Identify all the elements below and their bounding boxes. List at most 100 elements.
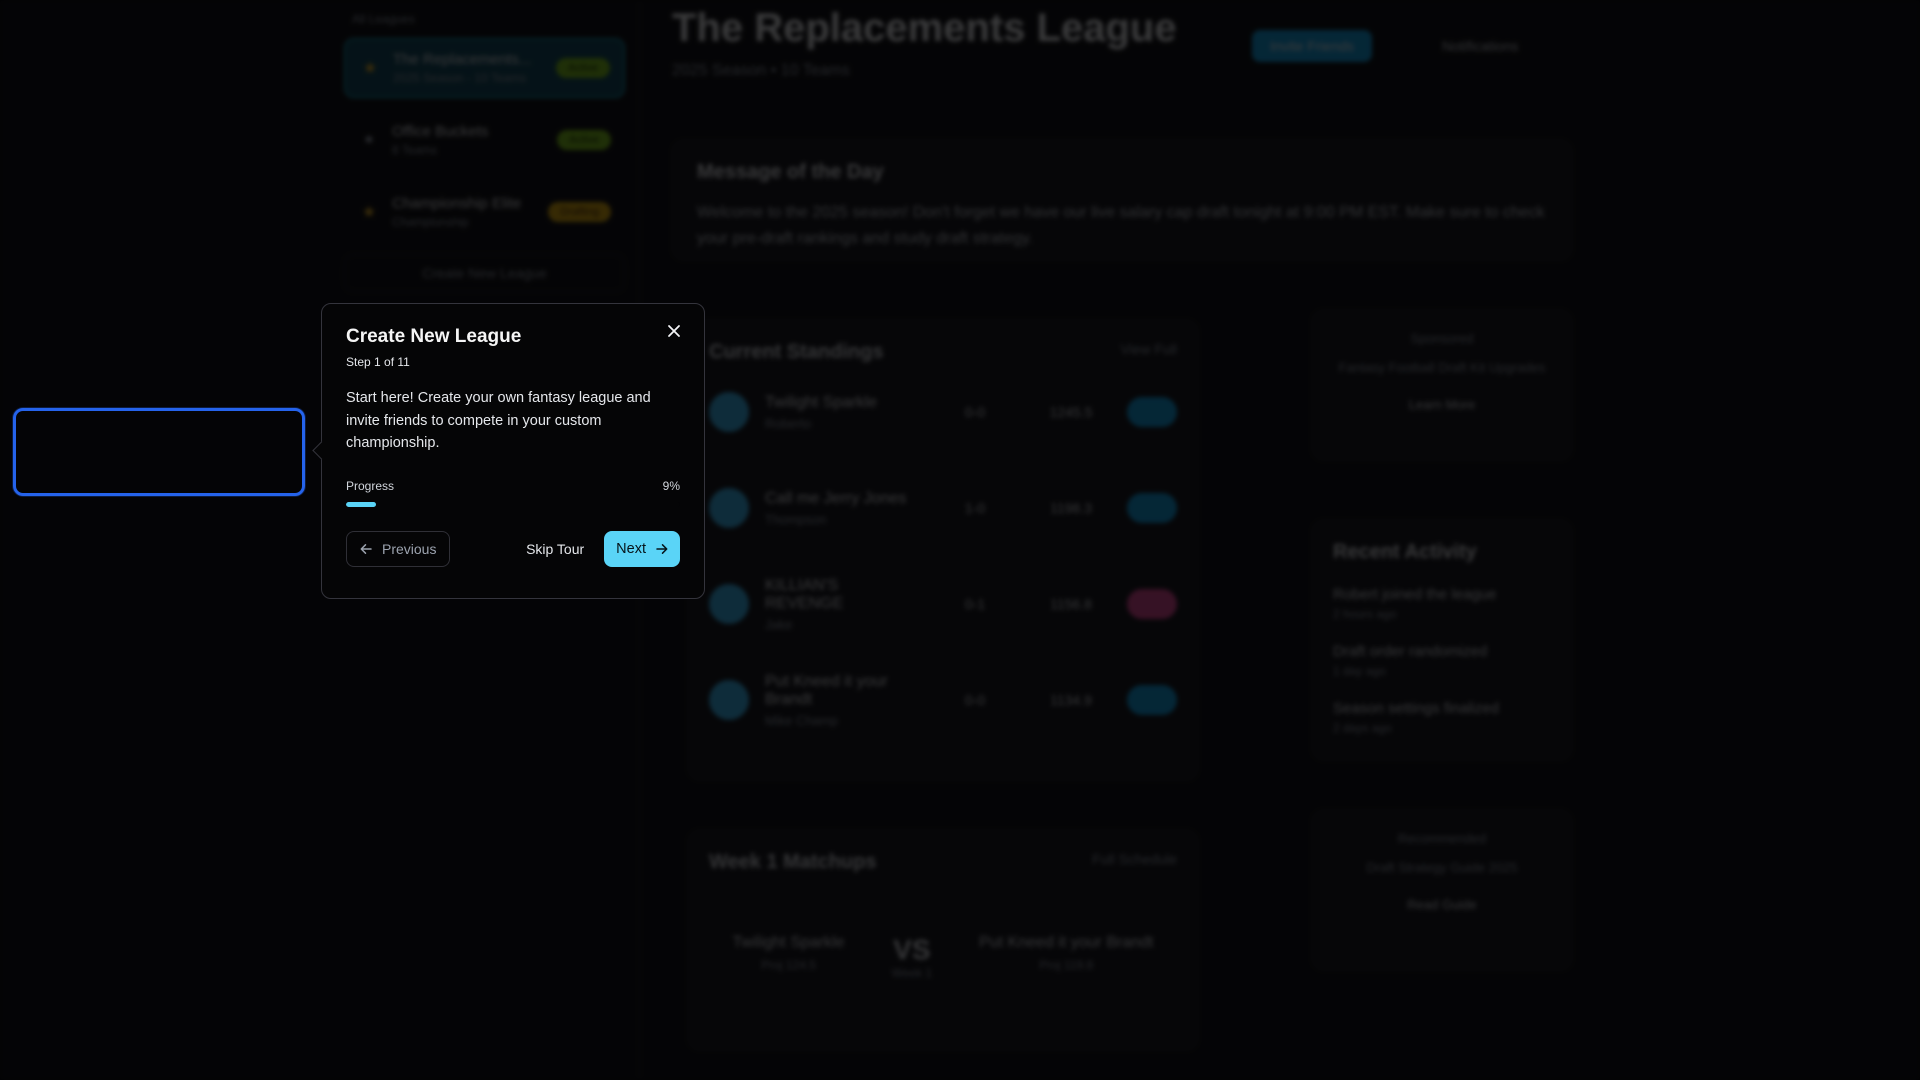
vs-label: VS xyxy=(893,934,931,965)
next-button[interactable]: Next xyxy=(604,530,680,567)
table-row[interactable]: KILLIAN'S REVENGE Jake 0-1 1156.8 xyxy=(709,556,1177,652)
status-badge xyxy=(1127,493,1177,523)
team-points: 1156.8 xyxy=(1050,596,1092,612)
activity-time: 2 hours ago xyxy=(1333,607,1397,621)
team-record: 0-0 xyxy=(964,692,986,708)
activity-title: Recent Activity xyxy=(1333,541,1477,563)
arrow-left-icon xyxy=(360,543,372,555)
matchups-card: Week 1 Matchups Full Schedule Twilight S… xyxy=(688,830,1198,1050)
home-projection: Proj 124.5 xyxy=(761,958,816,972)
standings-title: Current Standings xyxy=(709,341,884,363)
matchup-away[interactable]: Put Kneed it your Brandt Proj 119.8 xyxy=(979,934,1153,980)
invite-button[interactable]: Invite Friends xyxy=(1252,30,1373,62)
sidebar-item-league-1[interactable]: ★ The Replacements... 2025 Season - 10 T… xyxy=(344,38,625,98)
motd-title: Message of the Day xyxy=(697,161,884,183)
league-subtitle: 8 Teams xyxy=(392,143,438,157)
table-row[interactable]: Call me Jerry Jones Thompson 1-0 1198.3 xyxy=(709,460,1177,556)
status-badge xyxy=(1127,685,1177,715)
full-schedule-button[interactable]: Full Schedule xyxy=(1092,851,1177,874)
league-name: The Replacements... xyxy=(393,51,532,68)
away-projection: Proj 119.8 xyxy=(1039,958,1094,972)
tour-actions: Previous Skip Tour Next xyxy=(346,530,680,567)
star-icon: ★ xyxy=(361,204,377,221)
recent-activity-card: Recent Activity Robert joined the league… xyxy=(1312,520,1572,760)
recommended-label: Recommended xyxy=(1397,831,1487,846)
avatar xyxy=(709,680,749,720)
league-subtitle: Championship xyxy=(392,215,469,229)
status-badge: Active xyxy=(556,58,610,78)
tour-popover: Create New League Step 1 of 11 Start her… xyxy=(312,303,705,599)
home-team-name: Twilight Sparkle xyxy=(732,934,845,951)
recommended-card: Recommended Draft Strategy Guide 2025 Re… xyxy=(1312,810,1572,970)
page-title: The Replacements League xyxy=(672,6,1177,50)
sidebar-item-league-3[interactable]: ★ Championship Elite Championship Drafti… xyxy=(344,182,625,242)
table-row[interactable]: Twilight Sparkle Roberto 0-0 1245.5 xyxy=(709,364,1177,460)
team-points: 1134.9 xyxy=(1050,692,1092,708)
progress-percent: 9% xyxy=(662,478,680,493)
status-badge xyxy=(1127,397,1177,427)
team-name: KILLIAN'S REVENGE xyxy=(765,576,844,612)
create-league-button[interactable]: Create New League xyxy=(344,254,625,292)
recommended-text: Draft Strategy Guide 2025 xyxy=(1366,860,1518,875)
tour-step-indicator: Step 1 of 11 xyxy=(346,355,410,369)
previous-button-label: Previous xyxy=(382,540,437,557)
team-owner: Roberto xyxy=(765,415,812,431)
table-row[interactable]: Put Kneed it your Brandt Mike Champ 0-0 … xyxy=(709,652,1177,748)
team-name: Call me Jerry Jones xyxy=(765,489,907,507)
progress-bar-fill xyxy=(346,501,377,507)
activity-text: Season settings finalized xyxy=(1333,700,1499,717)
team-owner: Jake xyxy=(765,616,793,632)
notifications-button[interactable]: Notifications xyxy=(1442,38,1518,54)
team-owner: Thompson xyxy=(765,511,827,527)
activity-text: Draft order randomized xyxy=(1333,643,1488,660)
skip-tour-button[interactable]: Skip Tour xyxy=(526,541,584,557)
avatar xyxy=(709,584,749,624)
read-guide-button[interactable]: Read Guide xyxy=(1333,897,1551,912)
progress-row: Progress 9% xyxy=(346,479,680,493)
page-subtitle: 2025 Season • 10 Teams xyxy=(672,62,850,79)
tour-title: Create New League xyxy=(346,326,522,347)
team-record: 0-0 xyxy=(964,404,986,420)
sidebar-heading: All Leagues xyxy=(352,12,415,26)
list-item: Season settings finalized 2 days ago xyxy=(1333,700,1551,735)
tour-description: Start here! Create your own fantasy leag… xyxy=(346,390,651,451)
close-icon[interactable] xyxy=(664,322,684,342)
status-badge: Drafting xyxy=(548,202,611,222)
league-name: Office Buckets xyxy=(392,123,489,140)
previous-button[interactable]: Previous xyxy=(346,530,451,567)
status-badge xyxy=(1127,589,1177,619)
league-subtitle: 2025 Season - 10 Teams xyxy=(393,71,527,85)
tour-highlight-target[interactable] xyxy=(13,408,305,496)
avatar xyxy=(709,488,749,528)
activity-time: 2 days ago xyxy=(1333,721,1392,735)
week-label: Week 1 xyxy=(891,966,933,980)
avatar xyxy=(709,392,749,432)
team-record: 1-0 xyxy=(964,500,986,516)
list-item: Draft order randomized 1 day ago xyxy=(1333,643,1551,678)
sponsor-text: Fantasy Football Draft Kit Upgrades xyxy=(1338,360,1546,375)
team-points: 1198.3 xyxy=(1050,500,1092,516)
matchup-home[interactable]: Twilight Sparkle Proj 124.5 xyxy=(733,934,845,980)
message-of-the-day-card: Message of the Day Welcome to the 2025 s… xyxy=(672,140,1572,260)
app-background: All Leagues ★ The Replacements... 2025 S… xyxy=(0,0,1920,1080)
activity-text: Robert joined the league xyxy=(1333,586,1497,603)
next-button-label: Next xyxy=(616,540,646,557)
sponsor-label: Sponsored xyxy=(1410,331,1474,346)
basketball-icon: ● xyxy=(364,131,374,148)
sponsor-card: Sponsored Fantasy Football Draft Kit Upg… xyxy=(1312,310,1572,460)
main-content: The Replacements League 2025 Season • 10… xyxy=(672,0,1572,1080)
league-name: Championship Elite xyxy=(392,195,522,212)
matchups-title: Week 1 Matchups xyxy=(709,851,877,873)
standings-card: Current Standings View Full Twilight Spa… xyxy=(688,320,1198,780)
arrow-right-icon xyxy=(656,543,668,555)
sidebar-item-league-2[interactable]: ● Office Buckets 8 Teams Active xyxy=(344,110,625,170)
view-full-link[interactable]: View Full xyxy=(1120,341,1177,364)
progress-bar xyxy=(346,501,680,507)
progress-label: Progress xyxy=(346,478,395,493)
team-owner: Mike Champ xyxy=(765,712,838,728)
team-record: 0-1 xyxy=(964,596,986,612)
team-points: 1245.5 xyxy=(1049,404,1093,420)
team-name: Twilight Sparkle xyxy=(765,393,878,411)
learn-more-button[interactable]: Learn More xyxy=(1333,397,1551,412)
list-item: Robert joined the league 2 hours ago xyxy=(1333,586,1551,621)
